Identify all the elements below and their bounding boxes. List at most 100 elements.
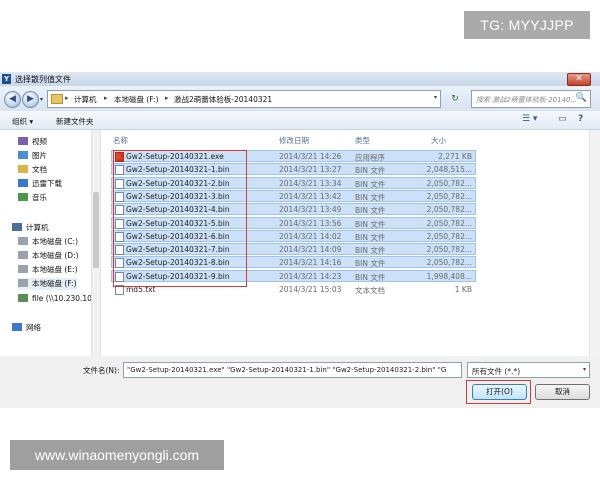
nav-item[interactable]: 网络 xyxy=(12,322,41,334)
network-drive-icon xyxy=(18,294,28,302)
file-date: 2014/3/21 14:02 xyxy=(279,231,342,241)
file-date: 2014/3/21 13:49 xyxy=(279,205,342,215)
nav-item[interactable]: 本地磁盘 (D:) xyxy=(18,250,79,262)
music-icon xyxy=(18,193,28,201)
picture-icon xyxy=(18,151,28,159)
file-open-dialog: Y 选择散列值文件 ✕ ◀ ▶ ▾ ▸ 计算机 ▸ 本地磁盘 (F:) ▸ 激战… xyxy=(0,72,600,408)
nav-item-label: 本地磁盘 (E:) xyxy=(32,265,78,274)
download-icon xyxy=(18,179,28,187)
cancel-button[interactable]: 取消 xyxy=(535,384,590,400)
nav-item[interactable]: 迅雷下载 xyxy=(18,178,62,190)
search-box[interactable]: 搜索 激战2萌蕾体验板-20140... 🔍 xyxy=(471,90,591,108)
step-number-badge: 2 xyxy=(117,153,124,164)
disk-icon xyxy=(18,279,28,287)
nav-item[interactable]: 本地磁盘 (C:) xyxy=(18,236,78,248)
file-size: 2,050,782... xyxy=(426,205,472,215)
breadcrumb-separator[interactable]: ▸ xyxy=(104,94,108,102)
column-header-name[interactable]: 名称 xyxy=(113,135,128,146)
help-icon[interactable]: ? xyxy=(578,114,583,124)
breadcrumb-current-folder[interactable]: 激战2萌蕾体验板-20140321 xyxy=(174,94,272,105)
back-button[interactable]: ◀ xyxy=(4,91,21,108)
nav-item-label: 计算机 xyxy=(26,223,49,232)
file-date: 2014/3/21 13:56 xyxy=(279,218,342,228)
watermark-bottom: www.winaomenyongli.com xyxy=(10,440,224,470)
column-header-date[interactable]: 修改日期 xyxy=(279,135,309,146)
breadcrumb-drive-f[interactable]: 本地磁盘 (F:) xyxy=(114,94,159,105)
open-button[interactable]: 打开(O) xyxy=(472,384,527,400)
filetype-select[interactable]: 所有文件 (*.*) ▾ xyxy=(467,362,590,378)
breadcrumb-separator[interactable]: ▸ xyxy=(165,94,169,102)
column-header-type[interactable]: 类型 xyxy=(355,135,370,146)
breadcrumb-computer[interactable]: 计算机 xyxy=(74,94,97,105)
nav-item[interactable]: file (\\10.230.10 xyxy=(18,294,92,306)
nav-item-label: 本地磁盘 (C:) xyxy=(32,237,78,246)
navigation-pane: 视频图片文档迅雷下载音乐计算机本地磁盘 (C:) 本地磁盘 (D:) 本地磁盘 (E… xyxy=(0,130,101,356)
document-icon xyxy=(18,165,28,173)
disk-icon xyxy=(18,251,28,259)
nav-item-label: 网络 xyxy=(26,323,41,332)
chevron-down-icon[interactable]: ▾ xyxy=(583,366,586,373)
nav-scrollbar[interactable] xyxy=(91,130,100,356)
file-size: 2,050,782... xyxy=(426,231,472,241)
folder-icon xyxy=(51,94,63,104)
video-icon xyxy=(18,137,28,145)
view-options-icon[interactable]: ☰ ▾ xyxy=(522,114,537,124)
organize-menu[interactable]: 组织 ▾ xyxy=(12,116,33,127)
nav-item[interactable]: 本地磁盘 (F:) xyxy=(18,278,77,290)
file-size: 2,050,782... xyxy=(426,218,472,228)
content-area: 视频图片文档迅雷下载音乐计算机本地磁盘 (C:) 本地磁盘 (D:) 本地磁盘 (E… xyxy=(0,130,600,356)
column-header-size[interactable]: 大小 xyxy=(431,135,446,146)
file-size: 2,050,782... xyxy=(426,178,472,188)
computer-icon xyxy=(12,223,22,231)
nav-item-label: 视频 xyxy=(32,137,47,146)
file-type: BIN 文件 xyxy=(355,206,386,216)
preview-pane-icon[interactable]: ▭ xyxy=(558,114,567,124)
nav-item[interactable]: 图片 xyxy=(18,150,47,162)
address-dropdown-icon[interactable]: ▾ xyxy=(434,94,437,101)
file-type: BIN 文件 xyxy=(355,272,386,282)
filename-value: "Gw2-Setup-20140321.exe" "Gw2-Setup-2014… xyxy=(127,366,447,374)
file-type: 应用程序 xyxy=(355,153,385,162)
address-bar[interactable]: ▸ 计算机 ▸ 本地磁盘 (F:) ▸ 激战2萌蕾体验板-20140321 ▾ xyxy=(47,90,441,108)
file-size: 2,271 KB xyxy=(438,152,472,161)
file-list-scrollbar[interactable] xyxy=(589,130,600,356)
file-date: 2014/3/21 14:23 xyxy=(279,271,342,281)
nav-item[interactable]: 音乐 xyxy=(18,192,47,204)
file-date: 2014/3/21 13:42 xyxy=(279,191,342,201)
network-icon xyxy=(12,323,22,331)
forward-button[interactable]: ▶ xyxy=(22,91,39,108)
nav-item[interactable]: 计算机 xyxy=(12,222,49,234)
search-placeholder: 搜索 激战2萌蕾体验板-20140... xyxy=(476,96,578,104)
watermark-top: TG: MYYJJPP xyxy=(464,11,590,39)
file-type: BIN 文件 xyxy=(355,246,386,256)
file-type: BIN 文件 xyxy=(355,219,386,229)
file-date: 2014/3/21 14:09 xyxy=(279,245,342,255)
file-type: BIN 文件 xyxy=(355,232,386,242)
nav-item[interactable]: 本地磁盘 (E:) xyxy=(18,264,78,276)
nav-item-label: 文档 xyxy=(32,165,47,174)
close-button[interactable]: ✕ xyxy=(567,73,591,86)
file-date: 2014/3/21 14:26 xyxy=(279,152,342,161)
file-type: BIN 文件 xyxy=(355,179,386,189)
file-date: 2014/3/21 15:03 xyxy=(279,285,342,294)
nav-item[interactable]: 文档 xyxy=(18,164,47,176)
new-folder-button[interactable]: 新建文件夹 xyxy=(56,116,94,127)
nav-item-label: 本地磁盘 (D:) xyxy=(32,251,79,260)
file-size: 1,998,408... xyxy=(426,271,472,281)
nav-item[interactable]: 视频 xyxy=(18,136,47,148)
dialog-footer: 文件名(N): "Gw2-Setup-20140321.exe" "Gw2-Se… xyxy=(0,356,600,408)
refresh-button[interactable]: ↻ xyxy=(445,92,465,106)
nav-item-label: 音乐 xyxy=(32,193,47,202)
file-date: 2014/3/21 13:34 xyxy=(279,178,342,188)
selection-highlight-box xyxy=(113,150,247,287)
filetype-value: 所有文件 (*.*) xyxy=(472,367,521,376)
nav-item-label: 本地磁盘 (F:) xyxy=(32,279,77,288)
command-toolbar: 组织 ▾ 新建文件夹 ☰ ▾ ▭ ? xyxy=(0,111,600,130)
search-icon[interactable]: 🔍 xyxy=(576,93,587,103)
file-type: BIN 文件 xyxy=(355,166,386,176)
nav-scrollbar-thumb[interactable] xyxy=(93,192,99,268)
recent-locations-dropdown[interactable]: ▾ xyxy=(40,96,43,103)
file-size: 2,048,515... xyxy=(426,165,472,175)
filename-input[interactable]: "Gw2-Setup-20140321.exe" "Gw2-Setup-2014… xyxy=(123,362,462,378)
breadcrumb-separator: ▸ xyxy=(65,94,69,102)
